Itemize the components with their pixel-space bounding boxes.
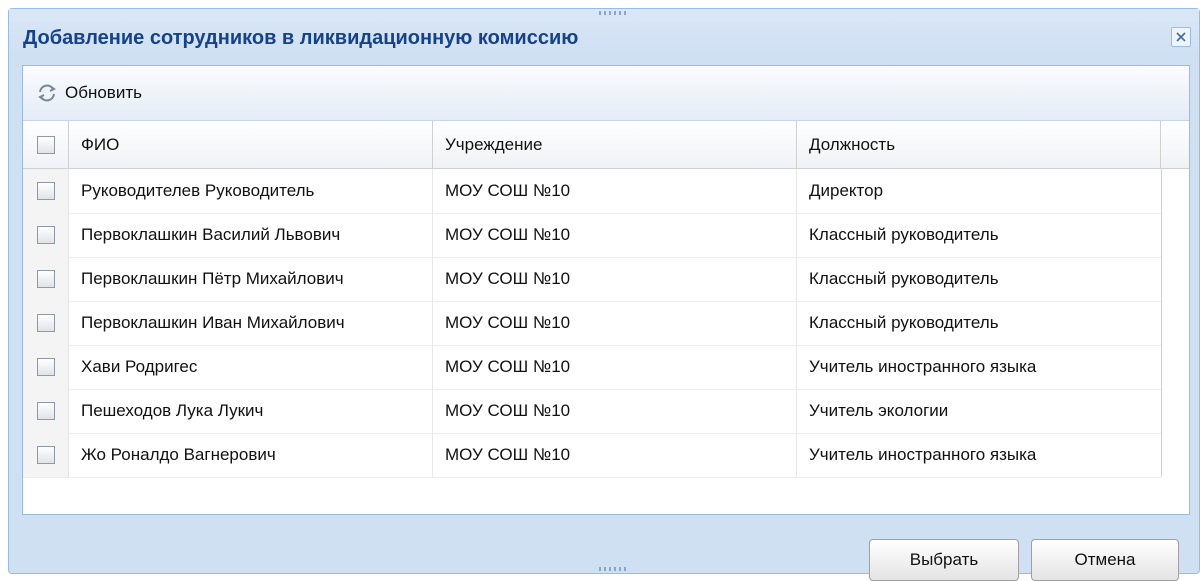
cell-org: МОУ СОШ №10 [433, 301, 797, 345]
row-checkbox[interactable] [36, 358, 55, 376]
column-header-fio[interactable]: ФИО [69, 121, 433, 168]
dialog-footer: Выбрать Отмена [9, 515, 1199, 581]
row-check-cell [23, 169, 69, 213]
cell-position: Классный руководитель [809, 313, 999, 332]
cell-position: Учитель экологии [809, 401, 949, 420]
cell-fio: Пешеходов Лука Лукич [69, 389, 433, 433]
select-all-cell [23, 121, 69, 168]
row-check-cell [23, 345, 69, 389]
cell-fio: Первоклашкин Василий Львович [69, 213, 433, 257]
cell-position: Классный руководитель [809, 225, 999, 244]
table-row[interactable]: Пешеходов Лука Лукич МОУ СОШ №10 Учитель… [23, 389, 1161, 434]
cancel-button[interactable]: Отмена [1031, 539, 1179, 581]
cell-position: Учитель иностранного языка [809, 357, 1037, 376]
row-check-cell [23, 389, 69, 433]
row-check-cell [23, 213, 69, 257]
row-checkbox[interactable] [36, 314, 55, 332]
table-row[interactable]: Хави Родригес МОУ СОШ №10 Учитель иностр… [23, 345, 1161, 390]
refresh-icon [38, 84, 56, 102]
cell-position: Классный руководитель [809, 269, 999, 288]
cell-org: МОУ СОШ №10 [433, 257, 797, 301]
cell-org: МОУ СОШ №10 [433, 213, 797, 257]
cell-org: МОУ СОШ №10 [433, 345, 797, 389]
cell-fio: Хави Родригес [69, 345, 433, 389]
refresh-label: Обновить [65, 83, 142, 102]
close-icon [1176, 32, 1186, 42]
resize-grip-top[interactable] [599, 11, 629, 15]
row-checkbox[interactable] [36, 446, 55, 464]
cell-fio: Руководителев Руководитель [69, 169, 433, 213]
cell-fio: Первоклашкин Иван Михайлович [69, 301, 433, 345]
grid-header: ФИО Учреждение Должность [23, 121, 1189, 169]
refresh-button[interactable]: Обновить [35, 79, 142, 107]
cell-fio: Первоклашкин Пётр Михайлович [69, 257, 433, 301]
column-header-position[interactable]: Должность [797, 121, 1161, 168]
row-check-cell [23, 301, 69, 345]
cell-position: Директор [809, 181, 884, 200]
row-checkbox[interactable] [36, 226, 55, 244]
table-row[interactable]: Руководителев Руководитель МОУ СОШ №10 Д… [23, 169, 1161, 214]
toolbar: Обновить [23, 66, 1189, 121]
dialog-titlebar[interactable]: Добавление сотрудников в ликвидационную … [9, 9, 1199, 57]
row-check-cell [23, 257, 69, 301]
column-header-org[interactable]: Учреждение [433, 121, 797, 168]
column-header-spacer [1161, 121, 1189, 168]
resize-grip-bottom[interactable] [599, 567, 629, 571]
cell-org: МОУ СОШ №10 [433, 389, 797, 433]
cell-fio: Жо Роналдо Вагнерович [69, 433, 433, 477]
table-row[interactable]: Первоклашкин Василий Львович МОУ СОШ №10… [23, 213, 1161, 258]
row-checkbox[interactable] [36, 182, 55, 200]
row-check-cell [23, 433, 69, 477]
select-button[interactable]: Выбрать [869, 539, 1019, 581]
select-all-checkbox[interactable] [36, 135, 55, 154]
employees-panel: Обновить ФИО Учреждение Должность Руково… [22, 65, 1190, 515]
dialog-title: Добавление сотрудников в ликвидационную … [23, 27, 579, 49]
close-button[interactable] [1171, 27, 1191, 47]
grid-scroll-divider [1161, 169, 1162, 477]
table-row[interactable]: Первоклашкин Иван Михайлович МОУ СОШ №10… [23, 301, 1161, 346]
dialog-window: Добавление сотрудников в ликвидационную … [8, 8, 1200, 581]
grid-body: Руководителев Руководитель МОУ СОШ №10 Д… [23, 169, 1189, 514]
row-checkbox[interactable] [36, 402, 55, 420]
table-row[interactable]: Жо Роналдо Вагнерович МОУ СОШ №10 Учител… [23, 433, 1161, 478]
cell-position: Учитель иностранного языка [809, 445, 1037, 464]
table-row[interactable]: Первоклашкин Пётр Михайлович МОУ СОШ №10… [23, 257, 1161, 302]
cell-org: МОУ СОШ №10 [433, 169, 797, 213]
row-checkbox[interactable] [36, 270, 55, 288]
cell-org: МОУ СОШ №10 [433, 433, 797, 477]
